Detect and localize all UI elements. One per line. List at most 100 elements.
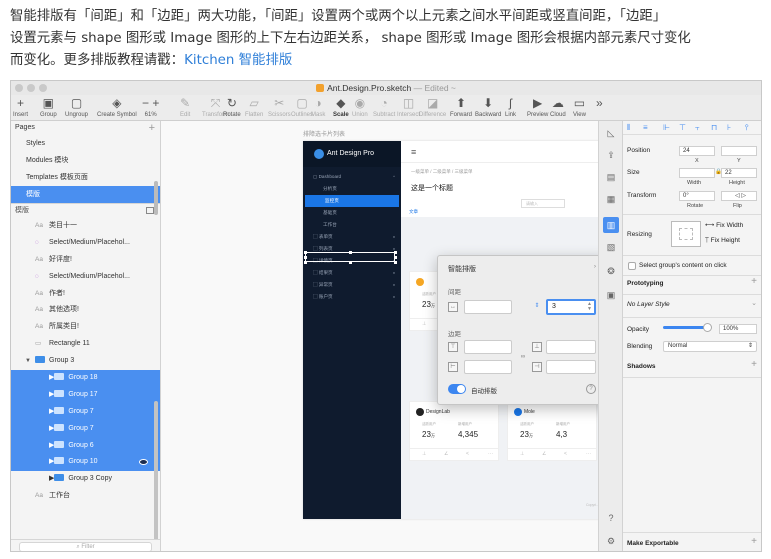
share-icon[interactable]: ⇪ bbox=[603, 147, 619, 163]
toolbar-preview-button[interactable]: ▶ Preview bbox=[527, 95, 548, 118]
add-shadow-icon[interactable]: + bbox=[751, 359, 757, 370]
horizontal-spacing-icon[interactable]: ↔ bbox=[448, 302, 458, 312]
help-icon[interactable]: ? bbox=[586, 384, 596, 394]
vertical-spacing-icon[interactable]: ⇕ bbox=[532, 302, 542, 312]
page-item[interactable]: Templates 模板页面 bbox=[11, 169, 160, 186]
fix-width-option[interactable]: ⟷ Fix Width bbox=[705, 221, 743, 229]
toolbar-ungroup-button[interactable]: ▢ Ungroup bbox=[65, 95, 88, 118]
toolbar-scale-button[interactable]: ◆ Scale bbox=[333, 95, 349, 118]
resize-handle[interactable] bbox=[349, 261, 352, 264]
product-card[interactable]: Mole 活跃用户 新增用户 23万 4,3 ⊥ ∠ < ··· bbox=[507, 401, 597, 461]
margin-top-field[interactable] bbox=[464, 340, 512, 354]
distribute-h-icon[interactable]: ⊦ bbox=[727, 123, 731, 132]
share-icon[interactable]: < bbox=[564, 451, 567, 457]
layer-row[interactable]: Aa 工作台 bbox=[11, 488, 160, 505]
layers-scrollbar[interactable] bbox=[154, 401, 158, 541]
layer-row[interactable]: ▭ Rectangle 11 bbox=[11, 336, 160, 353]
smart-layout-icon[interactable]: ▥ bbox=[603, 217, 619, 233]
stepper-icon[interactable]: ▲ ▼ bbox=[587, 302, 592, 312]
edit-icon[interactable]: ∠ bbox=[542, 451, 546, 457]
resize-handle[interactable] bbox=[394, 261, 397, 264]
rotate-field[interactable]: 0° bbox=[679, 191, 715, 201]
toolbar-insert-button[interactable]: + Insert bbox=[13, 95, 28, 118]
toolbar-61--button[interactable]: − + 61% bbox=[142, 95, 159, 118]
download-icon[interactable]: ⊥ bbox=[422, 451, 426, 457]
layer-row[interactable]: Aa 作者! bbox=[11, 286, 160, 303]
toolbar-rotate-button[interactable]: ↻ Rotate bbox=[223, 95, 241, 118]
toolbar-mask-button[interactable]: ◑ Mask bbox=[311, 95, 325, 118]
margin-left-icon[interactable]: ⊢ bbox=[448, 362, 458, 372]
toolbar-link-button[interactable]: ʃ Link bbox=[505, 95, 516, 118]
layer-group-row[interactable]: ▶ Group 10 bbox=[11, 454, 160, 472]
dashboard-sidebar[interactable]: Ant Design Pro ▢ Dashboard ^ 分析页 监控页 基础页 工作台 ▢… bbox=[303, 141, 401, 519]
layer-row[interactable]: Aa 所属类目! bbox=[11, 319, 160, 336]
eye-icon[interactable] bbox=[139, 459, 148, 466]
align-center-icon[interactable]: ≡ bbox=[643, 123, 648, 132]
nav-item[interactable]: 基础页 bbox=[303, 207, 401, 219]
layer-group-row[interactable]: ▼ Group 3 bbox=[11, 353, 160, 370]
opacity-field[interactable]: 100% bbox=[719, 324, 757, 334]
align-middle-icon[interactable]: ⫟ bbox=[695, 123, 700, 133]
edit-icon[interactable]: ∠ bbox=[444, 451, 448, 457]
grid-icon[interactable]: ▦ bbox=[603, 191, 619, 207]
toolbar-outlines-button[interactable]: ▢ Outlines bbox=[291, 95, 313, 118]
height-field[interactable]: 22 bbox=[721, 168, 757, 178]
resizing-widget[interactable] bbox=[671, 221, 701, 247]
nav-item[interactable]: ▢ Dashboard ^ bbox=[303, 171, 401, 183]
add-prototyping-icon[interactable]: + bbox=[751, 276, 757, 287]
share-icon[interactable]: < bbox=[466, 451, 469, 457]
margin-bottom-icon[interactable]: ⊥ bbox=[532, 342, 542, 352]
margin-right-field[interactable] bbox=[546, 360, 596, 374]
nav-item[interactable]: 工作台 bbox=[303, 219, 401, 231]
toolbar-difference-button[interactable]: ◪ Difference bbox=[419, 95, 446, 118]
toolbar-group-button[interactable]: ▣ Group bbox=[40, 95, 57, 118]
horizontal-spacing-field[interactable] bbox=[464, 300, 512, 314]
resize-handle[interactable] bbox=[304, 256, 307, 259]
width-field[interactable] bbox=[679, 168, 715, 178]
layer-group-row[interactable]: ▶ Group 7 bbox=[11, 403, 160, 421]
auto-layout-toggle[interactable] bbox=[448, 384, 466, 394]
page-item[interactable]: Styles bbox=[11, 135, 160, 152]
layer-row[interactable]: Aa 好评度! bbox=[11, 252, 160, 269]
resize-handle[interactable] bbox=[349, 251, 352, 254]
layer-group-row[interactable]: ▶ Group 3 Copy bbox=[11, 471, 160, 488]
align-right-icon[interactable]: ⊩ bbox=[663, 123, 670, 132]
flip-buttons[interactable]: ◁ ▷ bbox=[721, 191, 757, 201]
fix-height-option[interactable]: ⟙ Fix Height bbox=[705, 237, 740, 245]
nav-item[interactable]: ▢ 账户页 v bbox=[303, 291, 401, 303]
filter-input[interactable]: ⌕ Filter bbox=[19, 542, 152, 551]
layer-style-select[interactable]: No Layer Style bbox=[627, 301, 670, 308]
toolbar-backward-button[interactable]: ⬇ Backward bbox=[475, 95, 501, 118]
add-export-icon[interactable]: + bbox=[751, 536, 757, 547]
margin-bottom-field[interactable] bbox=[546, 340, 596, 354]
artboard-label[interactable]: 排障选卡片列表 bbox=[303, 129, 345, 138]
layer-row[interactable]: ◌ Select/Medium/Placehol... bbox=[11, 235, 160, 252]
canvas[interactable]: 排障选卡片列表 Ant Design Pro ▢ Dashboard ^ 分析页 监控… bbox=[161, 121, 609, 551]
layer-row[interactable]: Aa 类目十一 bbox=[11, 218, 160, 235]
layer-group-row[interactable]: ▶ Group 7 bbox=[11, 420, 160, 438]
image-icon[interactable]: ▧ bbox=[603, 239, 619, 255]
toolbar-scissors-button[interactable]: ✂ Scissors bbox=[268, 95, 291, 118]
toolbar-view-button[interactable]: ▭ View bbox=[573, 95, 586, 118]
symbols-icon[interactable]: ▣ bbox=[603, 287, 619, 303]
disclosure-open-icon[interactable]: ▼ bbox=[25, 353, 31, 370]
layer-group-row[interactable]: ▶ Group 6 bbox=[11, 437, 160, 455]
selection-box[interactable] bbox=[304, 251, 397, 264]
resize-handle[interactable] bbox=[394, 256, 397, 259]
more-icon[interactable]: ··· bbox=[488, 451, 493, 457]
page-item[interactable]: Modules 模块 bbox=[11, 152, 160, 169]
toolbar-forward-button[interactable]: ⬆ Forward bbox=[450, 95, 472, 118]
color-icon[interactable]: ❂ bbox=[603, 263, 619, 279]
align-left-icon[interactable]: ⫴ bbox=[627, 123, 630, 133]
resize-handle[interactable] bbox=[394, 251, 397, 254]
resize-handle[interactable] bbox=[304, 251, 307, 254]
layer-group-row[interactable]: ▶ Group 18 bbox=[11, 370, 160, 387]
nav-item[interactable]: 分析页 bbox=[303, 183, 401, 195]
layer-group-row[interactable]: ▶ Group 17 bbox=[11, 386, 160, 404]
toolbar-subtract-button[interactable]: ◔ Subtract bbox=[373, 95, 395, 118]
layout-icon[interactable]: ▤ bbox=[603, 169, 619, 185]
toolbar-intersect-button[interactable]: ◫ Intersect bbox=[397, 95, 420, 118]
layer-options-icon[interactable] bbox=[146, 207, 154, 214]
layer-row[interactable]: ◌ Select/Medium/Placehol... bbox=[11, 269, 160, 286]
kitchen-link[interactable]: Kitchen 智能排版 bbox=[184, 53, 292, 68]
